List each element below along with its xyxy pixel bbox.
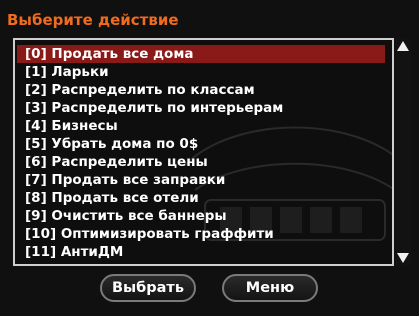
list-item[interactable]: [2] Распределить по классам	[17, 81, 385, 99]
list-item[interactable]: [9] Очистить все баннеры	[17, 207, 385, 225]
list-item[interactable]: [0] Продать все дома	[17, 45, 385, 63]
list-item[interactable]: [11] АнтиДМ	[17, 243, 385, 261]
action-list[interactable]: [0] Продать все дома [1] Ларьки [2] Расп…	[13, 38, 394, 266]
scroll-down-arrow-icon[interactable]	[397, 252, 409, 264]
list-item[interactable]: [8] Продать все отели	[17, 189, 385, 207]
list-scrollbar[interactable]	[395, 38, 411, 266]
list-item[interactable]: [3] Распределить по интерьерам	[17, 99, 385, 117]
list-item[interactable]: [10] Оптимизировать граффити	[17, 225, 385, 243]
menu-button[interactable]: Меню	[222, 274, 318, 302]
list-item[interactable]: [7] Продать все заправки	[17, 171, 385, 189]
select-button[interactable]: Выбрать	[100, 274, 196, 302]
dialog-window: Выберите действие [0] Продать все дома […	[0, 0, 419, 316]
list-item[interactable]: [1] Ларьки	[17, 63, 385, 81]
list-item[interactable]: [4] Бизнесы	[17, 117, 385, 135]
list-item[interactable]: [6] Распределить цены	[17, 153, 385, 171]
list-item[interactable]: [5] Убрать дома по 0$	[17, 135, 385, 153]
dialog-title: Выберите действие	[7, 11, 179, 29]
scroll-up-arrow-icon[interactable]	[397, 40, 409, 52]
